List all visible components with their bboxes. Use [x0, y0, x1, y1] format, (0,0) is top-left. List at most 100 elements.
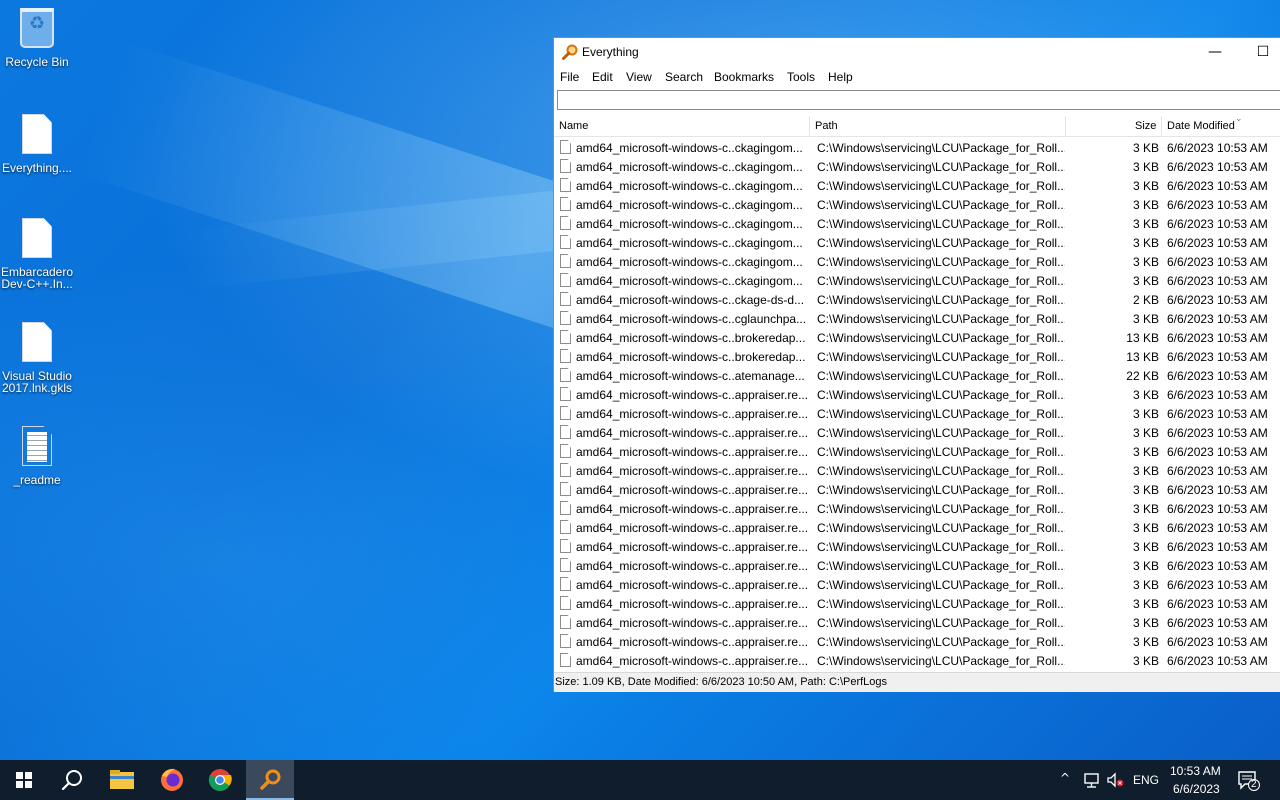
desktop-icon-everything[interactable]: Everything....	[0, 114, 74, 174]
file-icon	[560, 368, 571, 382]
result-name: amd64_microsoft-windows-c..ckagingom...	[576, 141, 803, 155]
result-date-modified: 6/6/2023 10:53 AM	[1167, 635, 1268, 649]
network-icon[interactable]	[1082, 770, 1102, 790]
start-button[interactable]	[0, 760, 48, 800]
firefox-icon	[161, 768, 183, 791]
result-row[interactable]: amd64_microsoft-windows-c..ckagingom... C…	[554, 176, 1280, 195]
desktop-icon-readme[interactable]: _readme	[0, 426, 74, 486]
menu-tools[interactable]: Tools	[787, 70, 815, 84]
menu-bookmarks[interactable]: Bookmarks	[714, 70, 774, 84]
results-list[interactable]: amd64_microsoft-windows-c..ckagingom... C…	[554, 138, 1280, 671]
desktop[interactable]: Recycle Bin Everything.... Embarcadero D…	[0, 0, 1280, 760]
file-icon	[560, 311, 571, 325]
desktop-icon-label: Recycle Bin	[5, 55, 69, 69]
column-header-date-modified[interactable]: Date Modified	[1167, 120, 1235, 132]
everything-window[interactable]: Everything — ☐ File Edit View Search Boo…	[553, 37, 1280, 692]
menu-view[interactable]: View	[626, 70, 652, 84]
clock-time[interactable]: 10:53 AM	[1170, 764, 1221, 778]
result-row[interactable]: amd64_microsoft-windows-c..appraiser.re.…	[554, 518, 1280, 537]
result-row[interactable]: amd64_microsoft-windows-c..ckagingom... C…	[554, 157, 1280, 176]
result-row[interactable]: amd64_microsoft-windows-c..appraiser.re.…	[554, 404, 1280, 423]
menu-edit[interactable]: Edit	[592, 70, 613, 84]
input-language[interactable]: ENG	[1133, 773, 1159, 787]
result-row[interactable]: amd64_microsoft-windows-c..ckagingom... C…	[554, 252, 1280, 271]
result-row[interactable]: amd64_microsoft-windows-c..ckagingom... C…	[554, 214, 1280, 233]
result-row[interactable]: amd64_microsoft-windows-c..appraiser.re.…	[554, 385, 1280, 404]
file-icon	[560, 159, 571, 173]
search-icon	[61, 770, 82, 791]
result-row[interactable]: amd64_microsoft-windows-c..appraiser.re.…	[554, 594, 1280, 613]
result-name: amd64_microsoft-windows-c..appraiser.re.…	[576, 635, 808, 649]
minimize-button[interactable]: —	[1192, 38, 1238, 66]
window-titlebar[interactable]: Everything — ☐	[554, 38, 1280, 66]
result-size: 3 KB	[1132, 597, 1159, 611]
result-row[interactable]: amd64_microsoft-windows-c..appraiser.re.…	[554, 423, 1280, 442]
file-icon	[560, 235, 571, 249]
result-row[interactable]: amd64_microsoft-windows-c..ckage-ds-d...…	[554, 290, 1280, 309]
column-header-size[interactable]: Size	[1135, 120, 1156, 132]
menu-search[interactable]: Search	[665, 70, 703, 84]
maximize-button[interactable]: ☐	[1240, 38, 1280, 66]
column-divider[interactable]	[1161, 116, 1162, 137]
search-button[interactable]	[48, 760, 96, 800]
result-date-modified: 6/6/2023 10:53 AM	[1167, 426, 1268, 440]
search-input[interactable]	[557, 90, 1280, 110]
result-path: C:\Windows\servicing\LCU\Package_for_Rol…	[817, 141, 1065, 155]
result-row[interactable]: amd64_microsoft-windows-c..appraiser.re.…	[554, 556, 1280, 575]
result-size: 3 KB	[1132, 578, 1159, 592]
desktop-icon-embarcadero[interactable]: Embarcadero Dev-C++.In...	[0, 218, 74, 290]
file-explorer-button[interactable]	[98, 760, 146, 800]
result-row[interactable]: amd64_microsoft-windows-c..appraiser.re.…	[554, 480, 1280, 499]
result-row[interactable]: amd64_microsoft-windows-c..brokeredap...…	[554, 328, 1280, 347]
result-row[interactable]: amd64_microsoft-windows-c..appraiser.re.…	[554, 537, 1280, 556]
everything-taskbar-button[interactable]	[246, 760, 294, 800]
desktop-icon-label: Embarcadero Dev-C++.In...	[0, 265, 74, 291]
result-row[interactable]: amd64_microsoft-windows-c..atemanage... C…	[554, 366, 1280, 385]
result-row[interactable]: amd64_microsoft-windows-c..appraiser.re.…	[554, 461, 1280, 480]
show-hidden-icons-chevron-icon[interactable]: ^	[1060, 771, 1070, 785]
firefox-button[interactable]	[148, 760, 196, 800]
result-row[interactable]: amd64_microsoft-windows-c..appraiser.re.…	[554, 613, 1280, 632]
result-row[interactable]: amd64_microsoft-windows-c..appraiser.re.…	[554, 499, 1280, 518]
result-name: amd64_microsoft-windows-c..ckagingom...	[576, 179, 803, 193]
menu-help[interactable]: Help	[828, 70, 853, 84]
result-name: amd64_microsoft-windows-c..ckagingom...	[576, 217, 803, 231]
result-row[interactable]: amd64_microsoft-windows-c..appraiser.re.…	[554, 632, 1280, 651]
desktop-icon-label: Visual Studio 2017.lnk.gkls	[1, 369, 73, 395]
column-header-path[interactable]: Path	[815, 120, 838, 132]
action-center-icon[interactable]	[1237, 770, 1261, 792]
result-row[interactable]: amd64_microsoft-windows-c..appraiser.re.…	[554, 575, 1280, 594]
result-date-modified: 6/6/2023 10:53 AM	[1167, 597, 1268, 611]
result-row[interactable]: amd64_microsoft-windows-c..appraiser.re.…	[554, 442, 1280, 461]
column-header-name[interactable]: Name	[559, 120, 588, 132]
chrome-button[interactable]	[196, 760, 244, 800]
result-size: 3 KB	[1132, 464, 1159, 478]
result-path: C:\Windows\servicing\LCU\Package_for_Rol…	[817, 217, 1065, 231]
result-path: C:\Windows\servicing\LCU\Package_for_Rol…	[817, 597, 1065, 611]
result-row[interactable]: amd64_microsoft-windows-c..ckagingom... C…	[554, 138, 1280, 157]
result-row[interactable]: amd64_microsoft-windows-c..ckagingom... C…	[554, 271, 1280, 290]
recycle-bin-icon	[19, 8, 55, 52]
result-date-modified: 6/6/2023 10:53 AM	[1167, 198, 1268, 212]
result-row[interactable]: amd64_microsoft-windows-c..ckagingom... C…	[554, 233, 1280, 252]
result-row[interactable]: amd64_microsoft-windows-c..ckagingom... C…	[554, 195, 1280, 214]
result-row[interactable]: amd64_microsoft-windows-c..appraiser.re.…	[554, 651, 1280, 670]
column-divider[interactable]	[809, 116, 810, 137]
clock-date[interactable]: 6/6/2023	[1173, 782, 1220, 796]
desktop-icon-label: _readme	[13, 473, 61, 487]
result-date-modified: 6/6/2023 10:53 AM	[1167, 274, 1268, 288]
chrome-icon	[208, 769, 232, 791]
file-icon	[560, 330, 571, 344]
file-icon	[560, 482, 571, 496]
file-icon	[560, 425, 571, 439]
column-divider[interactable]	[1065, 116, 1066, 137]
menu-file[interactable]: File	[560, 70, 579, 84]
result-row[interactable]: amd64_microsoft-windows-c..brokeredap...…	[554, 347, 1280, 366]
result-row[interactable]: amd64_microsoft-windows-c..cglaunchpa...…	[554, 309, 1280, 328]
desktop-icon-visual-studio[interactable]: Visual Studio 2017.lnk.gkls	[0, 322, 74, 394]
result-date-modified: 6/6/2023 10:53 AM	[1167, 578, 1268, 592]
desktop-icon-recycle-bin[interactable]: Recycle Bin	[0, 8, 74, 68]
result-size: 3 KB	[1132, 141, 1159, 155]
volume-muted-icon[interactable]	[1105, 770, 1125, 790]
result-path: C:\Windows\servicing\LCU\Package_for_Rol…	[817, 578, 1065, 592]
